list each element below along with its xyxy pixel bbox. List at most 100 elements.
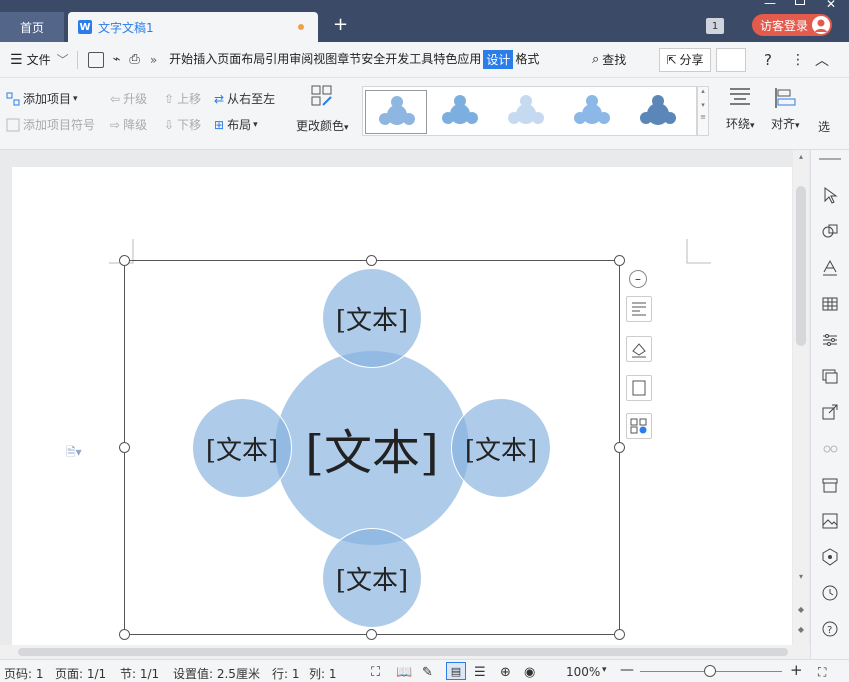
resize-handle[interactable] — [366, 255, 377, 266]
template-dropdown-button[interactable] — [716, 47, 746, 72]
resize-handle[interactable] — [119, 255, 130, 266]
menu-tab-10[interactable]: 设计 — [483, 50, 514, 69]
style-option-4[interactable] — [561, 90, 623, 134]
style-option-1[interactable] — [365, 90, 427, 134]
add-bullet-button[interactable]: 添加项目符号 — [6, 116, 95, 133]
help-circle-icon[interactable]: ? — [821, 620, 839, 638]
settings-sliders-icon[interactable] — [821, 331, 839, 349]
demote-button[interactable]: ⇨ 降级 — [110, 116, 147, 133]
zoom-in-button[interactable]: + — [790, 661, 803, 679]
fullscreen-icon[interactable]: ⛶ — [371, 665, 380, 680]
change-color-button[interactable]: 更改颜色▾ — [296, 84, 349, 134]
archive-icon[interactable] — [821, 476, 839, 494]
text-style-icon[interactable] — [821, 258, 839, 276]
new-tab-button[interactable]: + — [333, 14, 348, 35]
help-icon[interactable]: ? — [764, 51, 772, 69]
fit-window-icon[interactable]: ⛶ — [818, 665, 826, 680]
zoom-level[interactable]: 100% — [566, 665, 600, 679]
menu-tab-4[interactable]: 审阅 — [289, 50, 313, 69]
close-window-icon[interactable]: ✕ — [826, 0, 836, 11]
smartart-style-icon[interactable] — [626, 413, 652, 439]
align-button[interactable]: 对齐▾ — [771, 86, 800, 132]
pointer-icon[interactable] — [821, 186, 839, 204]
gallery-scroll[interactable]: ▴ ▾ ≡ — [697, 86, 709, 136]
paragraph-layout-icon[interactable]: 🗎▾ — [66, 443, 82, 464]
image-gallery-icon[interactable] — [821, 367, 839, 385]
layout-button[interactable]: ⊞ 布局 ▾ — [214, 116, 258, 133]
vertical-scrollbar[interactable]: ▴ ▾ ◆ ◆ — [793, 150, 809, 645]
wrap-button[interactable]: 环绕▾ — [726, 86, 755, 132]
search-button[interactable]: ⌕ 查找 — [592, 51, 626, 68]
share-export-icon[interactable] — [821, 403, 839, 421]
center-circle[interactable]: [文本] — [274, 350, 470, 546]
move-down-button[interactable]: ⇩ 下移 — [164, 116, 201, 133]
horizontal-scroll-thumb[interactable] — [18, 648, 788, 656]
page-view-icon[interactable]: ▤ — [446, 662, 466, 680]
collapse-ribbon-icon[interactable]: ︿ — [815, 50, 829, 70]
vertical-scroll-thumb[interactable] — [796, 186, 806, 346]
left-circle[interactable]: [文本] — [192, 398, 292, 498]
resize-handle[interactable] — [614, 629, 625, 640]
bottom-circle[interactable]: [文本] — [322, 528, 422, 628]
tab-document[interactable]: W 文字文稿1 — [68, 12, 318, 42]
horizontal-scrollbar[interactable] — [0, 645, 810, 659]
menu-tab-1[interactable]: 插入 — [193, 50, 217, 69]
zoom-slider-thumb[interactable] — [704, 665, 716, 677]
guest-login-button[interactable]: 访客登录 — [752, 14, 832, 36]
maximize-icon[interactable] — [795, 0, 805, 5]
tab-home[interactable]: 首页 — [0, 12, 64, 42]
more-tools-icon[interactable]: » — [150, 53, 157, 67]
save-icon[interactable] — [87, 51, 104, 68]
reading-mode-icon[interactable]: 📖 — [396, 665, 412, 680]
swap-icon: ⇄ — [214, 91, 225, 106]
menu-tab-8[interactable]: 开发工具 — [385, 50, 433, 69]
window-count-badge[interactable]: 1 — [706, 18, 724, 34]
menu-tab-7[interactable]: 安全 — [361, 50, 385, 69]
promote-button[interactable]: ⇦ 升级 — [110, 90, 147, 107]
history-icon[interactable] — [821, 584, 839, 602]
shield-icon[interactable] — [821, 548, 839, 566]
eye-protection-icon[interactable]: ◉ — [524, 665, 535, 680]
outline-view-icon[interactable]: ☰ — [474, 665, 486, 680]
menu-tab-2[interactable]: 页面布局 — [217, 50, 265, 69]
style-option-5[interactable] — [627, 90, 689, 134]
edit-mode-icon[interactable]: ✎ — [422, 665, 433, 680]
collapse-toolbar-icon[interactable]: – — [629, 270, 647, 288]
menu-tab-6[interactable]: 章节 — [337, 50, 361, 69]
file-menu[interactable]: ☰ 文件 ﹀ — [10, 51, 69, 68]
resize-handle[interactable] — [614, 442, 625, 453]
right-circle[interactable]: [文本] — [451, 398, 551, 498]
format-painter-icon[interactable]: ⌁ — [113, 52, 121, 67]
demote-label: 降级 — [123, 118, 148, 132]
table-icon[interactable] — [821, 295, 839, 313]
zoom-dropdown-icon[interactable]: ▾ — [602, 665, 607, 675]
add-item-button[interactable]: 添加项目 ▾ — [6, 90, 78, 107]
move-up-button[interactable]: ⇧ 上移 — [164, 90, 201, 107]
zoom-out-button[interactable]: — — [620, 662, 634, 678]
fill-color-icon[interactable] — [626, 336, 652, 362]
resize-handle[interactable] — [119, 442, 130, 453]
resize-handle[interactable] — [119, 629, 130, 640]
shapes-icon[interactable] — [821, 222, 839, 240]
menu-tab-11[interactable]: 格式 — [515, 50, 539, 69]
menu-tab-3[interactable]: 引用 — [265, 50, 289, 69]
layout-options-icon[interactable] — [626, 296, 652, 322]
menu-tab-5[interactable]: 视图 — [313, 50, 337, 69]
right-to-left-button[interactable]: ⇄ 从右至左 — [214, 90, 275, 107]
resize-handle[interactable] — [614, 255, 625, 266]
resize-handle[interactable] — [366, 629, 377, 640]
print-icon[interactable]: ⎙ — [129, 52, 139, 67]
top-circle[interactable]: [文本] — [322, 268, 422, 368]
web-view-icon[interactable]: ⊕ — [500, 665, 511, 680]
outline-icon[interactable] — [626, 375, 652, 401]
more-options-icon[interactable]: ⋮ — [791, 52, 805, 68]
select-button[interactable]: 选 — [818, 118, 830, 135]
style-option-3[interactable] — [495, 90, 557, 134]
minimize-icon[interactable]: — — [764, 0, 776, 10]
connect-icon[interactable] — [821, 440, 839, 458]
menu-tab-9[interactable]: 特色应用 — [433, 50, 481, 69]
style-option-2[interactable] — [429, 90, 491, 134]
picture-icon[interactable] — [821, 512, 839, 530]
share-button[interactable]: ⇱ 分享 — [659, 47, 711, 72]
menu-tab-0[interactable]: 开始 — [169, 50, 193, 69]
